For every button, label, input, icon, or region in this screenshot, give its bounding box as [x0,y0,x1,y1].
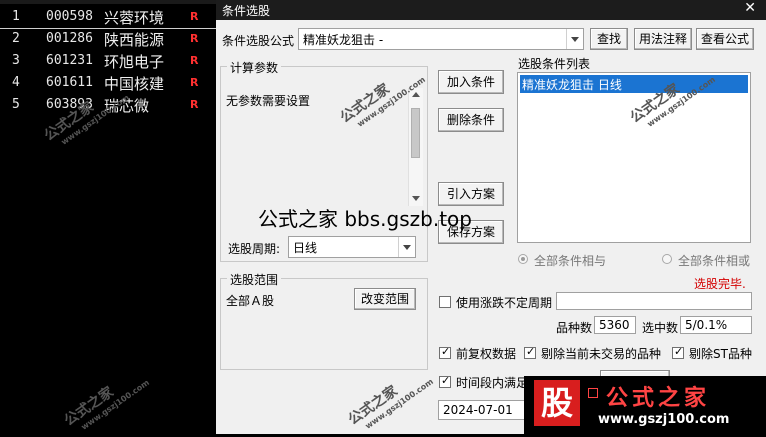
watermark: 公式之家 www.gszj100.com [345,376,436,431]
status-text: 选股完毕. [694,277,746,291]
condition-list[interactable]: 精准妖龙狙击 日线 [517,72,751,243]
row-index: 3 [12,53,20,68]
logo-decoration [588,388,598,398]
params-scrollbar[interactable] [408,88,423,206]
table-row[interactable]: 3 601231 环旭电子 R [0,50,216,72]
close-icon[interactable]: ✕ [744,0,756,16]
radio-and-label: 全部条件相与 [534,254,607,268]
r-flag: R [190,10,199,23]
dialog-title: 条件选股 [222,4,271,18]
radio-and[interactable] [518,254,528,264]
find-button[interactable]: 查找 [590,28,628,50]
range-value: 全部Ａ股 [226,294,275,308]
formula-select[interactable]: 精准妖龙狙击 - [298,28,584,50]
count-label: 品种数 [556,321,593,335]
selected-field: 5/0.1% [680,316,752,334]
row-index: 2 [12,31,20,46]
stock-code: 601231 [46,53,93,68]
row-index: 4 [12,75,20,90]
st-checkbox[interactable] [672,345,684,359]
add-condition-button[interactable]: 加入条件 [438,70,504,94]
radio-or-label: 全部条件相或 [678,254,751,268]
range-title: 选股范围 [227,271,282,288]
stock-code: 601611 [46,75,93,90]
use-period-label: 使用涨跌不定周期 [456,296,553,310]
calc-params-title: 计算参数 [227,59,282,76]
time-range-checkbox[interactable] [439,374,451,388]
site-banner-text: 公式之家 bbs.gszb.top [258,207,472,231]
period-select[interactable]: 日线 [288,236,416,258]
r-flag: R [190,32,199,45]
formula-label: 条件选股公式 [222,34,295,48]
chevron-down-icon[interactable] [398,237,415,257]
row-index: 1 [12,9,20,24]
r-flag: R [190,76,199,89]
date-value: 2024-07-01 [443,403,513,417]
r-flag: R [190,98,199,111]
adjust-checkbox[interactable] [439,345,451,359]
count-value: 5360 [599,318,630,332]
stock-code: 000598 [46,9,93,24]
period-value: 日线 [293,241,318,255]
scroll-thumb[interactable] [411,108,420,158]
no-params-text: 无参数需要设置 [226,94,311,108]
row-index: 5 [12,97,20,112]
stock-list: 1 000598 兴蓉环境 R 2 001286 陕西能源 R 3 601231… [0,0,216,434]
table-row[interactable]: 2 001286 陕西能源 R [0,28,216,50]
period-input[interactable] [556,292,752,310]
adjust-label: 前复权数据 [456,347,517,361]
r-flag: R [190,54,199,67]
stock-name: 兴蓉环境 [104,9,165,27]
count-field: 5360 [594,316,636,334]
dialog-titlebar[interactable]: 条件选股 ✕ [216,0,766,20]
selected-value: 5/0.1% [685,318,728,332]
chevron-down-icon[interactable] [566,29,583,49]
period-label: 选股周期: [228,242,281,256]
logo-stock-char: 股 [534,380,580,426]
selected-label: 选中数 [642,321,679,335]
logo-url: www.gszj100.com [598,412,730,427]
list-header-strip [0,0,216,4]
condition-item-text: 精准妖龙狙击 日线 [522,78,622,92]
untraded-label: 剔除当前未交易的品种 [541,347,662,361]
change-range-button[interactable]: 改变范围 [354,288,416,310]
site-logo: 股 公式之家 www.gszj100.com [524,376,766,434]
logo-name: 公式之家 [606,386,711,411]
condition-list-label: 选股条件列表 [518,57,591,71]
stock-name: 陕西能源 [104,31,165,49]
use-period-checkbox[interactable] [439,296,451,308]
formula-value: 精准妖龙狙击 - [303,33,384,47]
stock-code: 001286 [46,31,93,46]
view-formula-button[interactable]: 查看公式 [696,28,754,50]
radio-or[interactable] [662,254,672,264]
table-row[interactable]: 1 000598 兴蓉环境 R [0,6,216,29]
st-label: 剔除ST品种 [689,347,752,361]
time-range-label: 时间段内满足 [456,376,529,390]
date-field[interactable]: 2024-07-01 [438,400,528,420]
delete-condition-button[interactable]: 删除条件 [438,108,504,132]
usage-button[interactable]: 用法注释 [634,28,692,50]
untraded-checkbox[interactable] [524,345,536,359]
stock-name: 环旭电子 [104,53,165,71]
watermark: 公式之家 www.gszj100.com [61,377,152,432]
